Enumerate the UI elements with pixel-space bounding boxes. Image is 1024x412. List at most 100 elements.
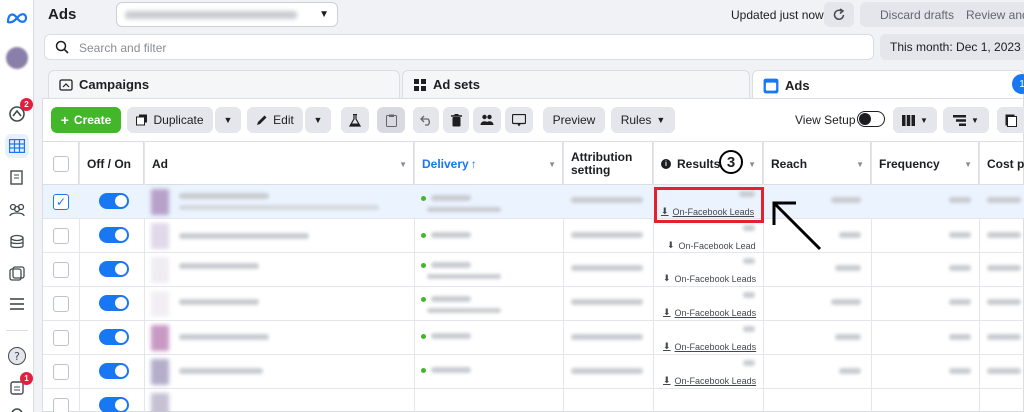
- row-select-cell: [53, 330, 69, 346]
- help-icon[interactable]: ?: [5, 344, 29, 368]
- date-range-picker[interactable]: This month: Dec 1, 2023 – De: [880, 34, 1024, 60]
- ad-on-off-toggle[interactable]: [99, 397, 129, 412]
- row-checkbox[interactable]: [53, 262, 69, 278]
- edit-label: Edit: [273, 113, 294, 127]
- sort-caret-icon: ▼: [856, 160, 864, 169]
- active-status-dot: [421, 297, 426, 302]
- table-row[interactable]: ⬇ On-Facebook Leads: [43, 321, 1024, 355]
- ad-on-off-toggle[interactable]: [99, 193, 129, 209]
- col-results[interactable]: i Results ▼: [653, 142, 763, 186]
- edit-button[interactable]: Edit: [247, 107, 303, 133]
- ad-on-off-toggle[interactable]: [99, 295, 129, 311]
- preview-creative-button[interactable]: [505, 107, 533, 133]
- sort-caret-icon: ▼: [548, 160, 556, 169]
- view-setup-toggle[interactable]: [857, 111, 885, 127]
- row-checkbox[interactable]: [53, 398, 69, 412]
- ab-test-button[interactable]: [341, 107, 369, 133]
- col-frequency-label: Frequency: [879, 157, 940, 171]
- results-label[interactable]: ⬇ On-Facebook Leads: [663, 375, 756, 386]
- ad-on-off-toggle[interactable]: [99, 363, 129, 379]
- search-input[interactable]: Search and filter: [79, 41, 166, 55]
- table-row[interactable]: ⬇ On-Facebook Leads: [43, 355, 1024, 389]
- ad-thumbnail: [151, 325, 169, 351]
- columns-button[interactable]: ▼: [893, 107, 937, 133]
- notifications-icon[interactable]: 2: [5, 98, 33, 126]
- table-view-icon[interactable]: [5, 134, 29, 158]
- delivery-status-redacted: [431, 367, 471, 373]
- delivery-status-redacted: [431, 195, 471, 201]
- col-attribution-setting[interactable]: Attribution setting: [563, 142, 653, 186]
- reach-value-redacted: [831, 197, 861, 203]
- preview-button[interactable]: Preview: [543, 107, 605, 133]
- create-button[interactable]: + Create: [51, 107, 121, 133]
- frequency-value-redacted: [949, 232, 971, 238]
- table-row[interactable]: [43, 389, 1024, 412]
- reach-value-redacted: [831, 299, 861, 305]
- row-checkbox[interactable]: [53, 228, 69, 244]
- results-label[interactable]: ⬇ On-Facebook Leads: [663, 273, 756, 284]
- select-all-checkbox[interactable]: [52, 156, 69, 172]
- info-icon: i: [661, 159, 671, 169]
- search-filter-bar[interactable]: Search and filter: [44, 34, 874, 60]
- table-row[interactable]: ⬇ On-Facebook Leads: [43, 253, 1024, 287]
- duplicate-dropdown-button[interactable]: ▼: [215, 107, 241, 133]
- pages-icon[interactable]: [5, 166, 29, 190]
- ad-account-selector[interactable]: ▼: [116, 2, 338, 27]
- reach-value-redacted: [839, 232, 861, 238]
- account-avatar[interactable]: [5, 46, 29, 70]
- col-frequency[interactable]: Frequency ▼: [871, 142, 979, 186]
- col-reach-label: Reach: [771, 157, 808, 171]
- col-reach[interactable]: Reach ▼: [763, 142, 871, 186]
- billing-icon[interactable]: [5, 230, 29, 254]
- results-label[interactable]: ⬇ On-Facebook Leads: [663, 341, 756, 352]
- table-row[interactable]: ⬇ On-Facebook Leads: [43, 287, 1024, 321]
- active-status-dot: [421, 334, 426, 339]
- col-ad[interactable]: Ad ▼: [144, 142, 414, 186]
- ad-on-off-toggle[interactable]: [99, 227, 129, 243]
- delete-button[interactable]: [443, 107, 469, 133]
- breakdown-button[interactable]: ▼: [943, 107, 989, 133]
- all-tools-menu-icon[interactable]: [5, 292, 29, 316]
- col-off-on[interactable]: Off / On: [79, 142, 144, 186]
- col-cost-per[interactable]: Cost per: [979, 142, 1024, 186]
- pencil-icon: [257, 115, 267, 125]
- alerts-icon[interactable]: 1: [5, 372, 33, 400]
- refresh-button[interactable]: [824, 2, 854, 27]
- row-checkbox[interactable]: [53, 364, 69, 380]
- edit-dropdown-button[interactable]: ▼: [305, 107, 331, 133]
- tab-ads[interactable]: Ads: [752, 70, 1024, 100]
- delivery-status-redacted: [431, 333, 471, 339]
- media-library-icon[interactable]: [5, 262, 29, 286]
- results-label[interactable]: ⬇ On-Facebook Leads: [663, 307, 756, 318]
- rules-clipboard-button[interactable]: [377, 107, 405, 133]
- delivery-status-redacted: [431, 262, 471, 268]
- caret-down-icon: ▼: [656, 115, 666, 125]
- tab-ad-sets[interactable]: Ad sets: [402, 70, 750, 98]
- page-title: Ads: [48, 6, 77, 23]
- audiences-icon[interactable]: [5, 198, 29, 222]
- duplicate-button[interactable]: Duplicate: [127, 107, 213, 133]
- col-ad-label: Ad: [152, 157, 168, 171]
- col-delivery[interactable]: Delivery ↑ ▼: [414, 142, 563, 186]
- row-checkbox-checked[interactable]: ✓: [53, 194, 69, 210]
- caret-down-icon: ▼: [319, 9, 329, 20]
- results-label[interactable]: ⬇ On-Facebook Lead: [667, 240, 756, 251]
- ad-on-off-toggle[interactable]: [99, 329, 129, 345]
- ad-name-redacted: [179, 233, 309, 239]
- meta-logo-icon[interactable]: [5, 6, 29, 30]
- reports-button[interactable]: [997, 107, 1024, 133]
- rules-button[interactable]: Rules ▼: [611, 107, 675, 133]
- table-row[interactable]: ✓ ⬇ On-Facebook Leads: [43, 185, 1024, 219]
- col-attribution-line2: setting: [571, 163, 611, 177]
- undo-button[interactable]: [413, 107, 439, 133]
- tab-campaigns[interactable]: Campaigns: [48, 70, 400, 98]
- table-row[interactable]: ⬇ On-Facebook Lead: [43, 219, 1024, 253]
- settings-icon[interactable]: [5, 402, 29, 412]
- review-and-publish-button[interactable]: Review and p: [956, 2, 1024, 27]
- assign-audience-button[interactable]: [473, 107, 501, 133]
- row-checkbox[interactable]: [53, 330, 69, 346]
- select-all-cell: [43, 142, 79, 186]
- row-checkbox[interactable]: [53, 296, 69, 312]
- attribution-redacted: [571, 232, 643, 238]
- ad-on-off-toggle[interactable]: [99, 261, 129, 277]
